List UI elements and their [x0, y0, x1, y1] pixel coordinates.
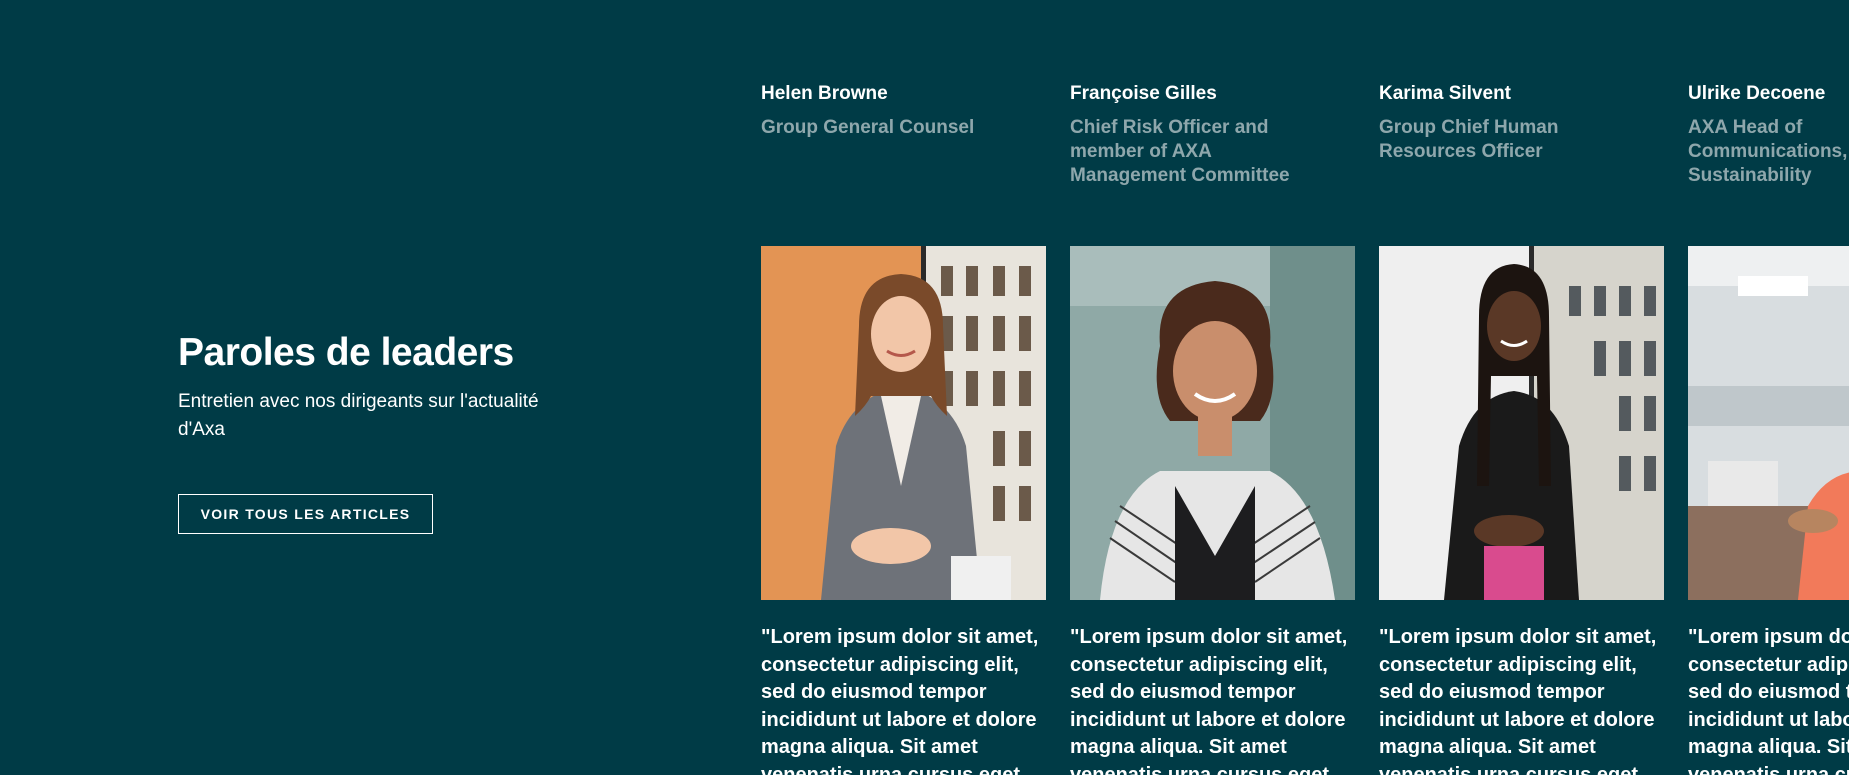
view-all-articles-button[interactable]: VOIR TOUS LES ARTICLES [178, 494, 433, 534]
leader-name: Françoise Gilles [1070, 83, 1217, 104]
leader-name: Karima Silvent [1379, 83, 1511, 104]
leader-photo[interactable] [1379, 246, 1664, 600]
section-title: Paroles de leaders [178, 331, 514, 374]
section-intro: Paroles de leaders Entretien avec nos di… [178, 328, 558, 444]
leader-role: Group Chief Human Resources Officer [1379, 117, 1559, 162]
leader-quote: "Lorem ipsum dolor sit amet, consectetur… [761, 626, 1039, 775]
leader-quote: "Lorem ipsum dolor sit amet, consectetur… [1070, 626, 1348, 775]
leader-quote: "Lorem ipsum dolor sit amet, consectetur… [1688, 626, 1849, 775]
leader-name: Ulrike Decoene [1688, 83, 1826, 104]
leader-card[interactable]: Françoise Gilles Chief Risk Officer and … [1070, 0, 1356, 775]
leader-photo[interactable] [761, 246, 1046, 600]
leader-photo[interactable] [1688, 246, 1849, 600]
leaders-section: Paroles de leaders Entretien avec nos di… [0, 0, 1849, 775]
leader-photo[interactable] [1070, 246, 1355, 600]
leader-role: Group General Counsel [761, 117, 975, 138]
leader-quote: "Lorem ipsum dolor sit amet, consectetur… [1379, 626, 1657, 775]
leader-role: AXA Head of Communications, Sustainabili… [1688, 117, 1848, 186]
leader-role: Chief Risk Officer and member of AXA Man… [1070, 117, 1290, 186]
leader-card[interactable]: Karima Silvent Group Chief Human Resourc… [1379, 0, 1665, 775]
leader-card[interactable]: Helen Browne Group General Counsel "Lore… [761, 0, 1047, 775]
leader-card[interactable]: Ulrike Decoene AXA Head of Communication… [1688, 0, 1849, 775]
leaders-carousel: Helen Browne Group General Counsel "Lore… [761, 0, 1849, 775]
leader-name: Helen Browne [761, 83, 888, 104]
section-subtitle: Entretien avec nos dirigeants sur l'actu… [178, 391, 539, 440]
